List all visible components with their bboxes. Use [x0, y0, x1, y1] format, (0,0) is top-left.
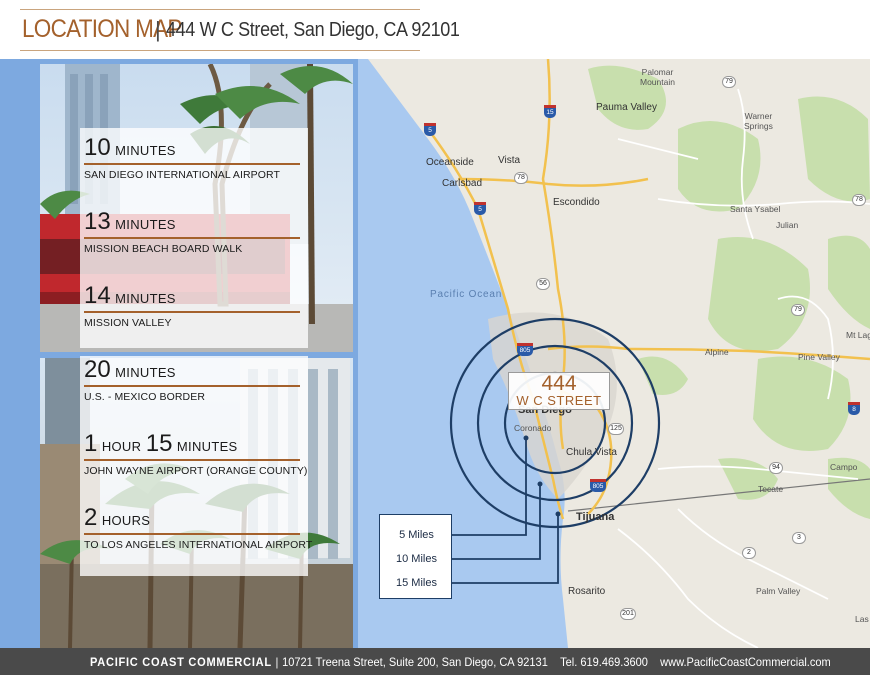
- marker-street-name: W C STREET: [516, 393, 602, 408]
- drive-time-amount: 13: [84, 208, 111, 235]
- map-label-palomar: Palomar Mountain: [640, 67, 675, 87]
- map-label-chula-vista: Chula Vista: [566, 447, 617, 458]
- entry-underline: [84, 533, 300, 535]
- map-label-pine-valley: Pine Valley: [798, 352, 840, 362]
- map-label-campo: Campo: [830, 462, 858, 472]
- interstate-shield-icon: 805: [590, 479, 606, 492]
- drive-time-amount: 14: [84, 282, 111, 309]
- state-route-shield-icon: 79: [791, 304, 805, 316]
- property-address: 444 W C Street, San Diego, CA 92101: [166, 19, 460, 41]
- drive-time-unit: HOURS: [101, 513, 151, 528]
- map-label-vista: Vista: [498, 155, 521, 166]
- radius-legend-10-miles: 10 Miles: [396, 553, 437, 565]
- map-label-escondido: Escondido: [553, 197, 600, 208]
- map-label-mt-laguna: Mt Lag: [846, 330, 870, 340]
- drive-time-destination: SAN DIEGO INTERNATIONAL AIRPORT: [84, 169, 281, 181]
- drive-time-unit: MINUTES: [115, 143, 176, 158]
- state-route-shield-icon: 94: [769, 462, 783, 474]
- mexico-route-shield-icon: 3: [792, 532, 806, 544]
- mexico-route-shield-icon: 2: [742, 547, 756, 559]
- drive-time-amount-secondary: 15: [145, 430, 173, 457]
- map-label-pacific-ocean: Pacific Ocean: [430, 289, 503, 300]
- page-footer: PACIFIC COAST COMMERCIAL | 10721 Treena St…: [0, 648, 870, 675]
- map-label-oceanside: Oceanside: [426, 157, 474, 168]
- entry-underline: [84, 459, 300, 461]
- header-rule-bottom: [20, 50, 420, 51]
- radius-legend: 5 Miles 10 Miles 15 Miles: [379, 514, 452, 599]
- interstate-shield-icon: 5: [424, 123, 436, 136]
- drive-time-destination: U.S. - MEXICO BORDER: [84, 391, 206, 403]
- drive-time-amount: 10: [84, 134, 111, 161]
- footer-company: PACIFIC COAST COMMERCIAL: [90, 655, 272, 669]
- entry-underline: [84, 311, 300, 313]
- map-label-coronado: Coronado: [514, 423, 552, 433]
- interstate-shield-icon: 15: [544, 105, 556, 118]
- map-label-palm-valley: Palm Valley: [756, 586, 801, 596]
- drive-time-unit: HOUR: [101, 439, 142, 454]
- map-label-las: Las: [855, 614, 869, 624]
- mexico-route-shield-icon: 201: [620, 608, 636, 620]
- state-route-shield-icon: 79: [722, 76, 736, 88]
- drive-time-unit: MINUTES: [115, 291, 176, 306]
- drive-time-entry: 14 MINUTES MISSION VALLEY: [84, 282, 300, 329]
- drive-time-amount: 20: [84, 356, 111, 383]
- page-header: LOCATION MAP | 444 W C Street, San Diego…: [0, 0, 870, 59]
- marker-street-number: 444: [541, 372, 577, 395]
- map-label-alpine: Alpine: [705, 347, 729, 357]
- radius-legend-5-miles: 5 Miles: [399, 529, 434, 541]
- interstate-shield-icon: 805: [517, 343, 533, 356]
- drive-time-unit: MINUTES: [115, 365, 176, 380]
- interstate-shield-icon: 5: [474, 202, 486, 215]
- interstate-shield-icon: 8: [848, 402, 860, 415]
- drive-time-destination: JOHN WAYNE AIRPORT (ORANGE COUNTY): [84, 465, 308, 477]
- entry-underline: [84, 237, 300, 239]
- state-route-shield-icon: 56: [536, 278, 550, 290]
- drive-time-unit-secondary: MINUTES: [176, 439, 238, 454]
- map-label-tijuana: Tijuana: [576, 511, 615, 523]
- footer-separator: |: [275, 655, 279, 669]
- drive-time-destination: MISSION BEACH BOARD WALK: [84, 243, 243, 255]
- state-route-shield-icon: 125: [608, 423, 624, 435]
- footer-website-link[interactable]: www.PacificCoastCommercial.com: [660, 655, 831, 669]
- drive-time-amount: 1: [84, 430, 98, 457]
- drive-time-entry: 10 MINUTES SAN DIEGO INTERNATIONAL AIRPO…: [84, 134, 300, 181]
- state-route-shield-icon: 78: [514, 172, 528, 184]
- map-label-warner-springs: Warner Springs: [744, 111, 773, 131]
- header-separator: |: [155, 17, 161, 42]
- location-map: Palomar Mountain Pauma Valley Warner Spr…: [358, 59, 870, 648]
- drive-time-amount: 2: [84, 504, 98, 531]
- property-marker: 444 W C STREET: [508, 372, 610, 410]
- drive-time-unit: MINUTES: [115, 217, 176, 232]
- footer-phone: Tel. 619.469.3600: [560, 655, 648, 669]
- map-label-tecate: Tecate: [758, 484, 784, 494]
- map-label-rosarito: Rosarito: [568, 586, 606, 597]
- radius-legend-15-miles: 15 Miles: [396, 577, 437, 589]
- map-label-santa-ysabel: Santa Ysabel: [730, 204, 781, 214]
- map-label-julian: Julian: [776, 220, 799, 230]
- drive-time-entry: 13 MINUTES MISSION BEACH BOARD WALK: [84, 208, 300, 255]
- drive-time-entry: 1 HOUR 15 MINUTES JOHN WAYNE AIRPORT (OR…: [84, 430, 308, 477]
- entry-underline: [84, 385, 300, 387]
- drive-time-entry: 20 MINUTES U.S. - MEXICO BORDER: [84, 356, 300, 403]
- state-route-shield-icon: 78: [852, 194, 866, 206]
- drive-time-destination: TO LOS ANGELES INTERNATIONAL AIRPORT: [84, 539, 313, 551]
- header-rule-top: [20, 9, 420, 10]
- drive-time-entry: 2 HOURS TO LOS ANGELES INTERNATIONAL AIR…: [84, 504, 313, 551]
- entry-underline: [84, 163, 300, 165]
- map-label-carlsbad: Carlsbad: [442, 178, 483, 189]
- map-label-pauma-valley: Pauma Valley: [596, 102, 657, 113]
- footer-address: 10721 Treena Street, Suite 200, San Dieg…: [282, 655, 548, 669]
- drive-time-destination: MISSION VALLEY: [84, 317, 172, 329]
